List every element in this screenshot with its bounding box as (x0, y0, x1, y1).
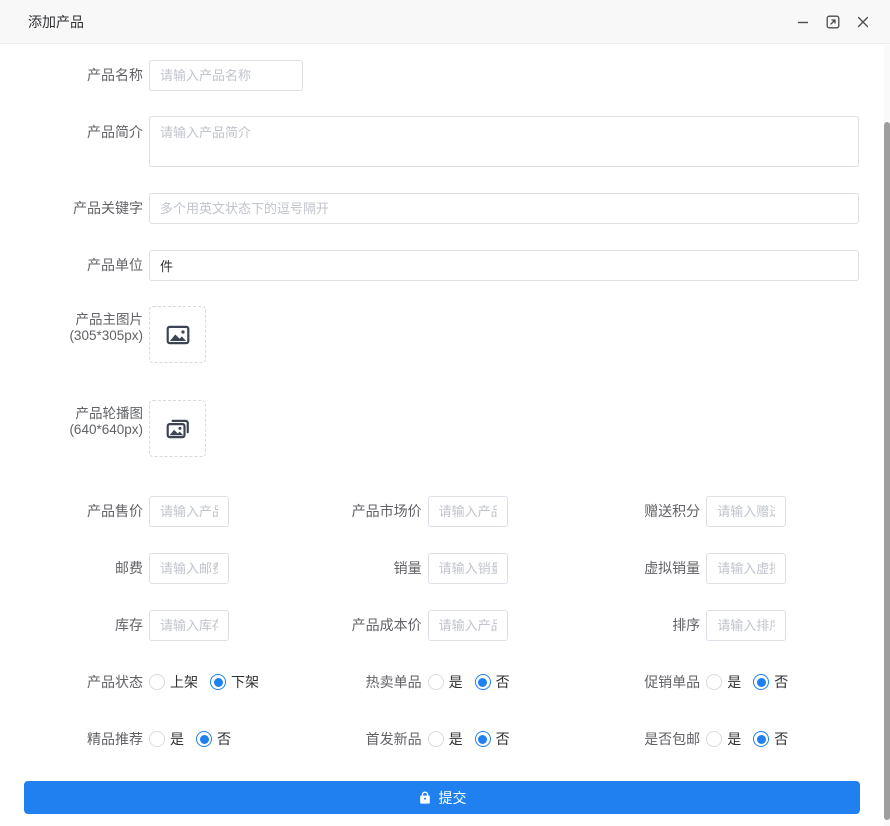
carousel-image-upload[interactable] (149, 400, 206, 457)
cost-price-input[interactable] (428, 610, 508, 641)
product-unit-input[interactable] (149, 250, 859, 281)
product-keywords-input[interactable] (149, 193, 859, 224)
status-row: 产品状态 上架 下架 热卖单品 是 (24, 672, 860, 692)
radio-icon (149, 674, 165, 690)
postage-input[interactable] (149, 553, 229, 584)
field-market-price: 产品市场价 (303, 496, 582, 527)
product-unit-label: 产品单位 (24, 257, 143, 273)
window-title: 添加产品 (28, 12, 84, 32)
bag-icon (418, 791, 432, 805)
field-product-intro: 产品简介 (24, 116, 860, 167)
field-carousel-image: 产品轮播图 (640*640px) (24, 400, 860, 457)
sort-input[interactable] (706, 610, 786, 641)
field-stock: 库存 (24, 610, 303, 641)
images-icon (165, 416, 191, 442)
radio-promo-no[interactable]: 否 (753, 672, 788, 692)
main-image-label: 产品主图片 (305*305px) (24, 312, 143, 344)
field-cost-price: 产品成本价 (303, 610, 582, 641)
field-gift-points: 赠送积分 (581, 496, 860, 527)
radio-group-promo-item: 促销单品 是 否 (581, 672, 860, 692)
radio-shipping-yes[interactable]: 是 (706, 729, 741, 749)
radio-group-hot-item: 热卖单品 是 否 (303, 672, 582, 692)
field-sales: 销量 (303, 553, 582, 584)
main-image-upload[interactable] (149, 306, 206, 363)
radio-group-featured: 精品推荐 是 否 (24, 729, 303, 749)
stock-row: 库存 产品成本价 排序 (24, 610, 860, 641)
stock-input[interactable] (149, 610, 229, 641)
field-main-image: 产品主图片 (305*305px) (24, 306, 860, 363)
window-controls (792, 11, 874, 33)
product-intro-textarea[interactable] (149, 116, 859, 167)
radio-checked-icon (196, 731, 212, 747)
radio-hot-yes[interactable]: 是 (428, 672, 463, 692)
radio-hot-no[interactable]: 否 (475, 672, 510, 692)
radio-icon (706, 731, 722, 747)
product-name-input[interactable] (149, 60, 303, 91)
maximize-icon (825, 14, 841, 30)
close-button[interactable] (852, 11, 874, 33)
radio-icon (149, 731, 165, 747)
price-row: 产品售价 产品市场价 赠送积分 (24, 496, 860, 527)
radio-status-off[interactable]: 下架 (210, 672, 259, 692)
titlebar: 添加产品 (0, 0, 890, 44)
radio-checked-icon (210, 674, 226, 690)
radio-group-free-shipping: 是否包邮 是 否 (581, 729, 860, 749)
field-product-keywords: 产品关键字 (24, 193, 860, 224)
market-price-input[interactable] (428, 496, 508, 527)
radio-new-yes[interactable]: 是 (428, 729, 463, 749)
carousel-image-label: 产品轮播图 (640*640px) (24, 406, 143, 438)
sales-input[interactable] (428, 553, 508, 584)
radio-checked-icon (475, 731, 491, 747)
add-product-form: 产品名称 产品简介 产品关键字 产品单位 产品主图片 (305*305px) (0, 44, 860, 814)
field-product-unit: 产品单位 (24, 250, 860, 281)
virtual-sales-input[interactable] (706, 553, 786, 584)
minimize-button[interactable] (792, 11, 814, 33)
product-keywords-label: 产品关键字 (24, 200, 143, 216)
recommend-row: 精品推荐 是 否 首发新品 是 (24, 729, 860, 749)
field-virtual-sales: 虚拟销量 (581, 553, 860, 584)
radio-featured-yes[interactable]: 是 (149, 729, 184, 749)
field-product-name: 产品名称 (24, 60, 860, 91)
sale-price-input[interactable] (149, 496, 229, 527)
postage-row: 邮费 销量 虚拟销量 (24, 553, 860, 584)
radio-status-on[interactable]: 上架 (149, 672, 198, 692)
product-intro-label: 产品简介 (24, 124, 143, 140)
close-icon (855, 14, 871, 30)
radio-promo-yes[interactable]: 是 (706, 672, 741, 692)
image-icon (165, 322, 191, 348)
radio-icon (706, 674, 722, 690)
radio-checked-icon (475, 674, 491, 690)
radio-icon (428, 674, 444, 690)
field-sort: 排序 (581, 610, 860, 641)
product-name-label: 产品名称 (24, 67, 143, 83)
maximize-button[interactable] (822, 11, 844, 33)
radio-group-product-status: 产品状态 上架 下架 (24, 672, 303, 692)
submit-button[interactable]: 提交 (24, 781, 860, 814)
radio-icon (428, 731, 444, 747)
minimize-icon (795, 14, 811, 30)
radio-checked-icon (753, 674, 769, 690)
radio-new-no[interactable]: 否 (475, 729, 510, 749)
field-postage: 邮费 (24, 553, 303, 584)
radio-group-new-release: 首发新品 是 否 (303, 729, 582, 749)
radio-shipping-no[interactable]: 否 (753, 729, 788, 749)
radio-featured-no[interactable]: 否 (196, 729, 231, 749)
gift-points-input[interactable] (706, 496, 786, 527)
radio-checked-icon (753, 731, 769, 747)
scrollbar-thumb[interactable] (884, 122, 890, 820)
field-sale-price: 产品售价 (24, 496, 303, 527)
